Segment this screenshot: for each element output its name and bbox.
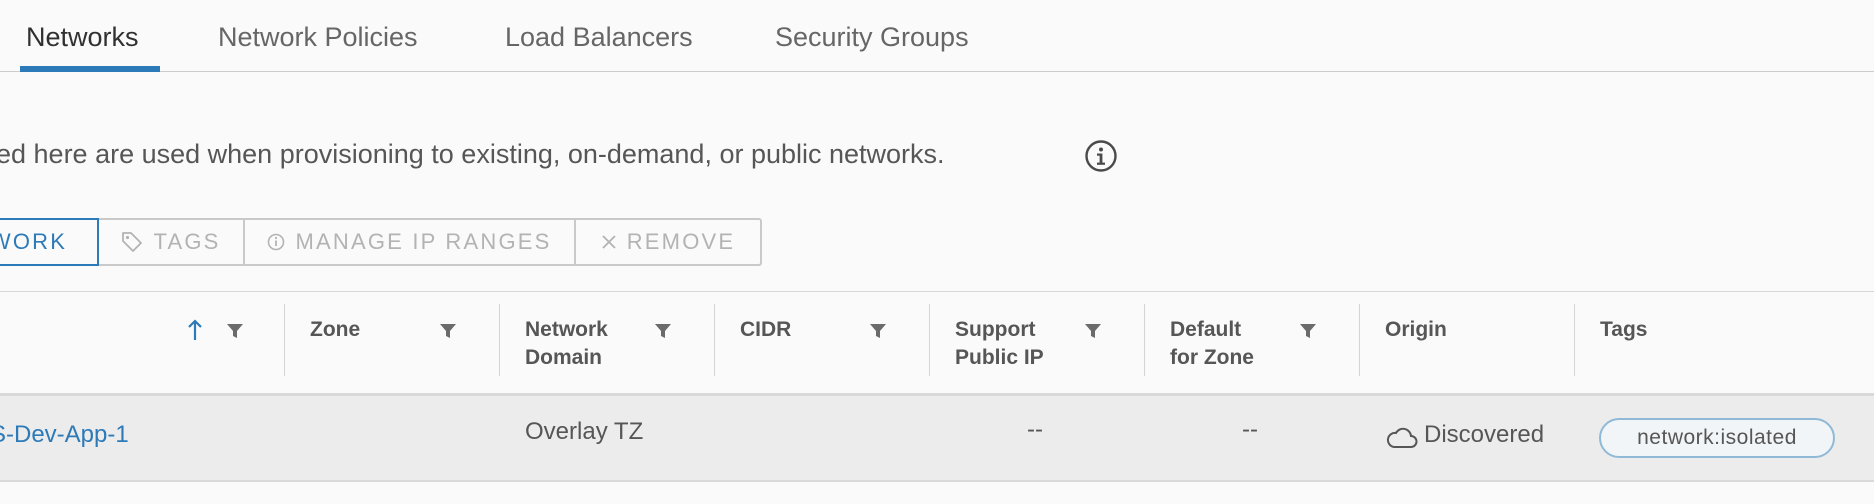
manage-ip-ranges-button[interactable]: MANAGE IP RANGES — [243, 218, 576, 266]
tags-button[interactable]: TAGS — [97, 218, 245, 266]
close-icon — [602, 235, 616, 249]
network-name-link[interactable]: S-Dev-App-1 — [0, 421, 129, 449]
add-network-label: WORK — [0, 229, 68, 254]
info-circle-icon — [268, 233, 285, 251]
tags-label: TAGS — [153, 229, 221, 254]
filter-icon[interactable] — [869, 322, 887, 340]
column-separator — [1359, 304, 1360, 376]
column-header-origin[interactable]: Origin — [1385, 316, 1447, 344]
filter-icon[interactable] — [1299, 322, 1317, 340]
cell-default-for-zone: -- — [1242, 416, 1258, 443]
column-separator — [499, 304, 500, 376]
tab-security-groups[interactable]: Security Groups — [775, 22, 969, 72]
cell-network-domain: Overlay TZ — [525, 418, 644, 445]
column-header-default-for-zone-line1: Default — [1170, 318, 1242, 341]
info-circle-icon[interactable] — [1084, 139, 1118, 173]
remove-button[interactable]: REMOVE — [574, 218, 762, 266]
column-header-tags[interactable]: Tags — [1600, 316, 1647, 344]
column-header-zone[interactable]: Zone — [310, 316, 360, 344]
column-separator — [1144, 304, 1145, 376]
cell-support-public-ip: -- — [1027, 416, 1043, 443]
filter-icon[interactable] — [439, 322, 457, 340]
column-header-cidr[interactable]: CIDR — [740, 316, 791, 344]
manage-ip-ranges-label: MANAGE IP RANGES — [295, 229, 552, 254]
column-header-support-public-ip[interactable]: Support Public IP — [955, 316, 1044, 372]
tab-network-policies[interactable]: Network Policies — [218, 22, 418, 72]
column-header-support-public-ip-line1: Support — [955, 318, 1036, 341]
active-tab-indicator — [20, 66, 160, 72]
column-header-default-for-zone[interactable]: Default for Zone — [1170, 316, 1254, 372]
tab-networks[interactable]: Networks — [26, 22, 139, 72]
tag-icon — [122, 232, 143, 252]
grid-header: Zone Network Domain CIDR Support Public … — [0, 292, 1874, 395]
page-description: ed here are used when provisioning to ex… — [0, 139, 945, 169]
column-separator — [1574, 304, 1575, 376]
column-header-default-for-zone-line2: for Zone — [1170, 346, 1254, 369]
table-row[interactable]: S-Dev-App-1 Overlay TZ -- -- Discovered … — [0, 396, 1874, 482]
column-header-support-public-ip-line2: Public IP — [955, 346, 1044, 369]
tab-load-balancers[interactable]: Load Balancers — [505, 22, 693, 72]
column-header-network-domain[interactable]: Network Domain — [525, 316, 608, 372]
column-header-network-domain-line2: Domain — [525, 346, 603, 369]
tab-bar: Networks Network Policies Load Balancers… — [0, 0, 1874, 72]
column-separator — [714, 304, 715, 376]
sort-ascending-icon[interactable] — [187, 318, 203, 342]
column-separator — [284, 304, 285, 376]
cell-origin: Discovered — [1424, 421, 1545, 448]
column-separator — [929, 304, 930, 376]
filter-icon[interactable] — [226, 322, 244, 340]
action-toolbar: WORK TAGS MANAGE IP RANGES REMOVE — [0, 218, 762, 266]
add-network-button[interactable]: WORK — [0, 218, 99, 266]
column-header-network-domain-line1: Network — [525, 318, 608, 341]
tag-badge[interactable]: network:isolated — [1599, 418, 1835, 458]
cloud-icon — [1386, 427, 1418, 448]
remove-label: REMOVE — [626, 229, 736, 254]
filter-icon[interactable] — [1084, 322, 1102, 340]
filter-icon[interactable] — [654, 322, 672, 340]
